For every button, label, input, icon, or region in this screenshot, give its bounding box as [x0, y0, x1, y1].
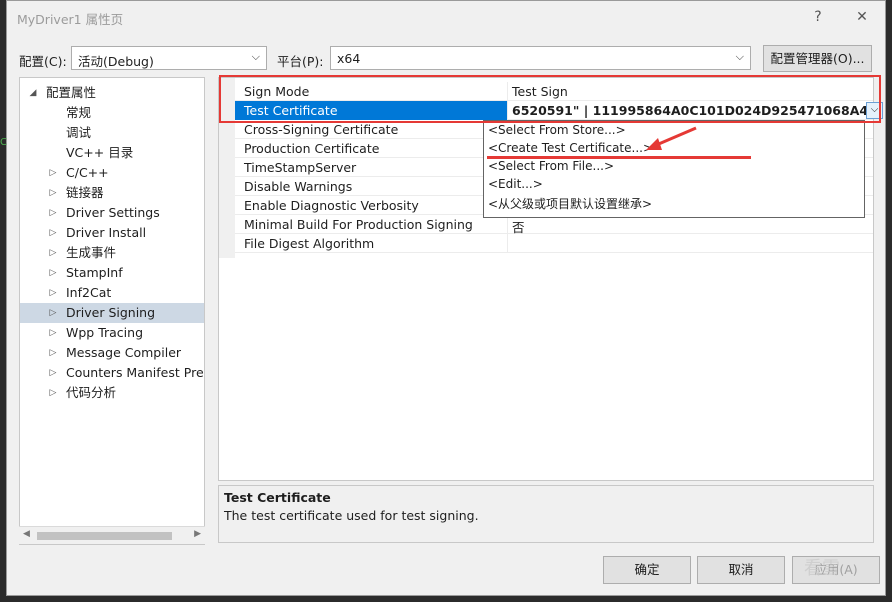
ok-button[interactable]: 确定: [603, 556, 691, 584]
background-editor-glyph: C: [0, 137, 7, 148]
property-name: Sign Mode: [244, 84, 310, 99]
column-divider: [507, 234, 508, 253]
expand-arrow-icon[interactable]: ▷: [48, 383, 58, 403]
expand-arrow-icon[interactable]: ▷: [48, 343, 58, 363]
watermark-logo: 看雪: [804, 554, 840, 580]
property-name: Minimal Build For Production Signing: [244, 217, 473, 232]
property-value[interactable]: 6520591" | 111995864A0C101D024D925471068…: [512, 103, 872, 118]
property-row[interactable]: Sign Mode Test Sign: [235, 82, 873, 101]
dropdown-option[interactable]: <从父级或项目默认设置继承>: [488, 195, 652, 212]
tree-item-label: 链接器: [66, 185, 104, 200]
tree-item-label: 代码分析: [66, 385, 117, 400]
expand-arrow-icon[interactable]: ▷: [48, 203, 58, 223]
tree-item-label: C/C++: [66, 165, 109, 180]
property-name: Enable Diagnostic Verbosity: [244, 198, 419, 213]
tree-item[interactable]: ▷ Counters Manifest Prepr: [20, 363, 205, 383]
column-divider: [507, 101, 508, 120]
configuration-label: 配置(C):: [19, 54, 67, 69]
dropdown-option[interactable]: <Create Test Certificate...>: [488, 141, 653, 155]
collapse-arrow-icon[interactable]: ◢: [28, 83, 38, 103]
scrollbar-thumb[interactable]: [37, 532, 172, 540]
chevron-down-icon: ⌵: [251, 50, 260, 63]
property-name: Disable Warnings: [244, 179, 353, 194]
tree-item[interactable]: 调试: [20, 123, 204, 143]
property-name: Test Certificate: [244, 103, 338, 118]
dropdown-option[interactable]: <Select From Store...>: [488, 123, 626, 137]
property-name: TimeStampServer: [244, 160, 357, 175]
tree-item-label: Wpp Tracing: [66, 325, 144, 340]
tree-item[interactable]: ▷ 生成事件: [20, 243, 204, 263]
scroll-right-icon[interactable]: ▶: [194, 529, 201, 539]
tree-item-label: 配置属性: [46, 85, 97, 100]
grid-gutter: [219, 78, 235, 258]
description-title: Test Certificate: [224, 490, 331, 505]
tree-item[interactable]: ▷ 代码分析: [20, 383, 204, 403]
property-name: File Digest Algorithm: [244, 236, 375, 251]
platform-combo[interactable]: x64 ⌵: [330, 46, 751, 70]
help-icon[interactable]: ?: [803, 5, 833, 29]
tree-item-label: Counters Manifest Prepr: [66, 365, 205, 380]
platform-label: 平台(P):: [277, 54, 324, 69]
scroll-left-icon[interactable]: ◀: [23, 529, 30, 539]
expand-arrow-icon[interactable]: ▷: [48, 323, 58, 343]
expand-arrow-icon[interactable]: ▷: [48, 283, 58, 303]
tree-item[interactable]: ▷ Driver Signing: [20, 303, 204, 323]
expand-arrow-icon[interactable]: ▷: [48, 223, 58, 243]
tree-horizontal-scrollbar[interactable]: ◀ ▶: [19, 526, 205, 544]
property-name: Production Certificate: [244, 141, 380, 156]
tree-item-label: VC++ 目录: [66, 145, 134, 160]
column-divider: [507, 82, 508, 101]
dropdown-option[interactable]: <Edit...>: [488, 177, 543, 191]
tree-item-label: Driver Signing: [66, 305, 156, 320]
watermark-text: 看雪: [804, 558, 840, 579]
expand-arrow-icon[interactable]: ▷: [48, 183, 58, 203]
expand-arrow-icon[interactable]: ▷: [48, 243, 58, 263]
tree-item-label: 生成事件: [66, 245, 117, 260]
tree-item-label: Driver Install: [66, 225, 147, 240]
chevron-down-icon: ⌵: [735, 50, 744, 63]
platform-value: x64: [337, 51, 361, 66]
dropdown-arrow-icon[interactable]: ⌵: [866, 102, 883, 119]
tree-item[interactable]: VC++ 目录: [20, 143, 204, 163]
tree-item[interactable]: ▷ StampInf: [20, 263, 204, 283]
property-name: Cross-Signing Certificate: [244, 122, 399, 137]
tree-item-label: Message Compiler: [66, 345, 182, 360]
tree-item[interactable]: ▷ Wpp Tracing: [20, 323, 204, 343]
property-value: Test Sign: [512, 84, 568, 99]
tree-item-label: Inf2Cat: [66, 285, 112, 300]
tree-item[interactable]: 常规: [20, 103, 204, 123]
annotation-underline: [487, 156, 751, 159]
tree-item-label: StampInf: [66, 265, 123, 280]
tree-item[interactable]: ▷ Driver Install: [20, 223, 204, 243]
expand-arrow-icon[interactable]: ▷: [48, 263, 58, 283]
configuration-value: 活动(Debug): [78, 54, 154, 69]
tree-item-label: 调试: [66, 125, 92, 140]
close-icon[interactable]: ✕: [847, 5, 877, 29]
property-row[interactable]: File Digest Algorithm: [235, 234, 873, 253]
tree-item[interactable]: ▷ Inf2Cat: [20, 283, 204, 303]
description-panel: Test Certificate The test certificate us…: [218, 485, 874, 543]
dropdown-option[interactable]: <Select From File...>: [488, 159, 614, 173]
expand-arrow-icon[interactable]: ▷: [48, 303, 58, 323]
configuration-combo[interactable]: 活动(Debug) ⌵: [71, 46, 267, 70]
tree-item-label: 常规: [66, 105, 92, 120]
property-row[interactable]: Test Certificate 6520591" | 111995864A0C1…: [235, 101, 883, 120]
expand-arrow-icon[interactable]: ▷: [48, 163, 58, 183]
tree-item[interactable]: ▷ C/C++: [20, 163, 204, 183]
property-pages-window: MyDriver1 属性页 ? ✕ 配置(C): 活动(Debug) ⌵ 平台(…: [6, 0, 886, 596]
tree-item[interactable]: ◢ 配置属性: [20, 83, 204, 103]
expand-arrow-icon[interactable]: ▷: [48, 363, 58, 383]
cancel-button[interactable]: 取消: [697, 556, 785, 584]
property-tree: ◢ 配置属性常规调试 VC++ 目录 ▷ C/C++ ▷ 链接器 ▷ Driver Settin…: [19, 77, 205, 545]
window-title: MyDriver1 属性页: [17, 12, 124, 27]
tree-item[interactable]: ▷ 链接器: [20, 183, 204, 203]
configuration-manager-button[interactable]: 配置管理器(O)...: [763, 45, 872, 72]
tree-item[interactable]: ▷ Driver Settings: [20, 203, 204, 223]
title-bar: MyDriver1 属性页 ? ✕: [7, 1, 885, 33]
annotation-arrow-icon: [646, 126, 697, 150]
tree-item-label: Driver Settings: [66, 205, 160, 220]
tree-item[interactable]: ▷ Message Compiler: [20, 343, 204, 363]
configuration-bar: 配置(C): 活动(Debug) ⌵ 平台(P): x64 ⌵ 配置管理器(O)…: [7, 45, 885, 73]
description-text: The test certificate used for test signi…: [224, 508, 479, 523]
